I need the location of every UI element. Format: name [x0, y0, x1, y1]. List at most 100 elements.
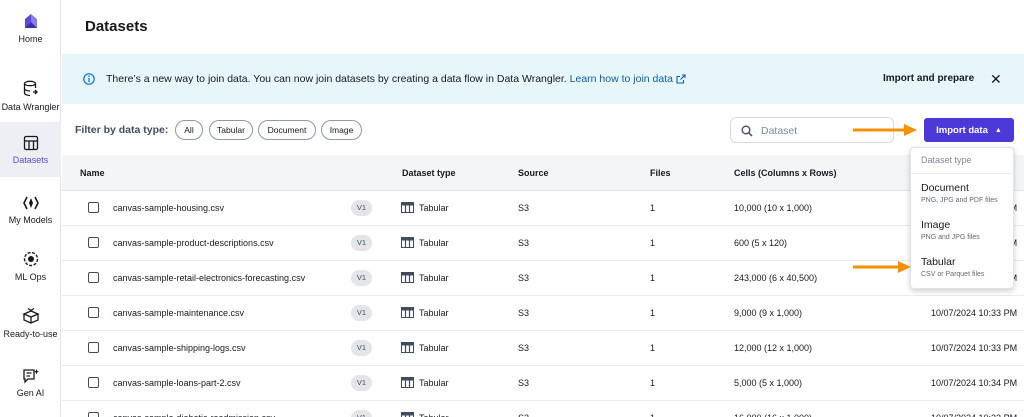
row-checkbox[interactable] [88, 272, 99, 283]
dataset-name[interactable]: canvas-sample-diabetic-readmission.csv [113, 413, 275, 417]
menu-divider [911, 173, 1015, 174]
table-row[interactable]: canvas-sample-loans-part-2.csv V1 Tabular S… [62, 366, 1024, 401]
table-row[interactable]: canvas-sample-diabetic-readmission.csv V1… [62, 401, 1024, 417]
dataset-files: 1 [650, 378, 656, 388]
menu-item-description: PNG and JPG files [921, 234, 980, 241]
sidebar-item-label: Home [18, 34, 43, 44]
menu-item-description: PNG, JPG and PDF files [921, 197, 998, 204]
dataset-cells: 12,000 (12 x 1,000) [734, 343, 813, 353]
row-checkbox[interactable] [88, 412, 99, 417]
annotation-arrow-icon [853, 124, 917, 136]
learn-join-link[interactable]: Learn how to join data [570, 73, 686, 85]
dataset-source: S3 [518, 273, 530, 283]
filter-chip-tabular[interactable]: Tabular [209, 120, 253, 140]
dataset-type: Tabular [419, 413, 449, 417]
row-checkbox[interactable] [88, 202, 99, 213]
close-icon[interactable]: ✕ [990, 71, 1002, 88]
dataset-name[interactable]: canvas-sample-retail-electronics-forecas… [113, 273, 305, 283]
dataset-cells: 10,000 (10 x 1,000) [734, 203, 813, 213]
search-icon [741, 125, 753, 137]
dataset-name[interactable]: canvas-sample-shipping-logs.csv [113, 343, 246, 353]
dataset-type: Tabular [419, 203, 449, 213]
dataset-files: 1 [650, 413, 655, 417]
menu-item-tabular[interactable]: Tabular CSV or Parquet files [911, 252, 1015, 288]
version-badge: V1 [351, 270, 372, 286]
table-row[interactable]: canvas-sample-housing.csv V1 Tabular S3 1 10,… [62, 191, 1024, 226]
dataset-name[interactable]: canvas-sample-housing.csv [113, 203, 224, 213]
column-header-type[interactable]: Dataset type [402, 168, 456, 178]
dataset-cells: 600 (5 x 120) [734, 238, 788, 248]
row-checkbox[interactable] [88, 307, 99, 318]
sidebar-item-ready-to-use[interactable]: Ready-to-use [0, 307, 61, 347]
dataset-files: 1 [650, 203, 656, 213]
table-icon [401, 202, 414, 213]
table-icon [401, 377, 414, 388]
models-icon [22, 196, 39, 210]
dataset-cells: 9,000 (9 x 1,000) [734, 308, 803, 318]
menu-item-document[interactable]: Document PNG, JPG and PDF files [911, 178, 1015, 214]
table-icon [401, 342, 414, 353]
dataset-source: S3 [518, 343, 530, 353]
dataset-files: 1 [650, 273, 656, 283]
sidebar-item-gen-ai[interactable]: Gen AI [0, 368, 61, 408]
version-badge: V1 [351, 200, 372, 216]
filter-label: Filter by data type: [75, 124, 169, 136]
menu-header: Dataset type [921, 155, 972, 165]
column-header-files[interactable]: Files [650, 168, 671, 178]
filter-chip-image[interactable]: Image [321, 120, 362, 140]
sidebar-item-home[interactable]: Home [0, 12, 61, 52]
dataset-files: 1 [650, 308, 656, 318]
version-badge: V1 [351, 340, 372, 356]
table-row[interactable]: canvas-sample-product-descriptions.csv V1… [62, 226, 1024, 261]
table-icon [401, 237, 414, 248]
row-checkbox[interactable] [88, 342, 99, 353]
annotation-arrow-icon [853, 261, 911, 273]
sidebar-item-datasets[interactable]: Datasets [0, 122, 61, 177]
version-badge: V1 [351, 410, 372, 417]
app: Home Data Wrangler Datasets My Models ML… [0, 0, 1024, 417]
dataset-modified: 10/07/2024 10:33 PM [931, 308, 1018, 318]
dataset-name[interactable]: canvas-sample-loans-part-2.csv [113, 378, 241, 388]
menu-item-image[interactable]: Image PNG and JPG files [911, 215, 1015, 251]
external-link-icon [676, 74, 686, 84]
dataset-type-menu: Dataset type Document PNG, JPG and PDF f… [910, 147, 1015, 289]
dataset-source: S3 [518, 413, 529, 417]
dataset-name[interactable]: canvas-sample-product-descriptions.csv [113, 238, 274, 248]
import-data-label: Import data [936, 124, 988, 136]
banner-message: There’s a new way to join data. You can … [106, 73, 567, 85]
sidebar-item-label: My Models [8, 215, 53, 225]
column-header-cells[interactable]: Cells (Columns x Rows) [734, 168, 837, 178]
page-title: Datasets [85, 18, 148, 35]
dataset-type: Tabular [419, 308, 449, 318]
sidebar-item-label: ML Ops [14, 272, 47, 282]
dataset-cells: 5,000 (5 x 1,000) [734, 378, 803, 388]
dataset-type: Tabular [419, 238, 449, 248]
column-header-source[interactable]: Source [518, 168, 549, 178]
dataset-type: Tabular [419, 273, 449, 283]
table-row[interactable]: canvas-sample-shipping-logs.csv V1 Tabular… [62, 331, 1024, 366]
sidebar-item-label: Data Wrangler [1, 102, 60, 112]
import-data-button[interactable]: Import data ▲ [924, 118, 1014, 142]
sidebar-item-label: Datasets [12, 155, 49, 165]
info-banner: There’s a new way to join data. You can … [62, 54, 1024, 104]
dataset-name[interactable]: canvas-sample-maintenance.csv [113, 308, 244, 318]
sidebar-item-my-models[interactable]: My Models [0, 195, 61, 235]
import-and-prepare-button[interactable]: Import and prepare [883, 73, 974, 84]
column-header-name[interactable]: Name [80, 168, 105, 178]
version-badge: V1 [351, 235, 372, 251]
dataset-modified: 10/07/2024 10:33 PM [931, 343, 1018, 353]
filter-chip-all[interactable]: All [175, 120, 203, 140]
menu-item-description: CSV or Parquet files [921, 271, 985, 278]
table-row[interactable]: canvas-sample-maintenance.csv V1 Tabular S3… [62, 296, 1024, 331]
menu-item-title: Tabular [921, 256, 956, 268]
row-checkbox[interactable] [88, 377, 99, 388]
dataset-source: S3 [518, 238, 530, 248]
caret-up-icon: ▲ [994, 126, 1002, 134]
ml-ops-icon [23, 251, 38, 267]
filter-chip-document[interactable]: Document [258, 120, 316, 140]
row-checkbox[interactable] [88, 237, 99, 248]
sidebar-item-data-wrangler[interactable]: Data Wrangler [0, 80, 61, 120]
learn-join-link-label: Learn how to join data [569, 73, 673, 85]
sidebar-item-ml-ops[interactable]: ML Ops [0, 250, 61, 290]
gen-ai-icon [22, 369, 39, 384]
